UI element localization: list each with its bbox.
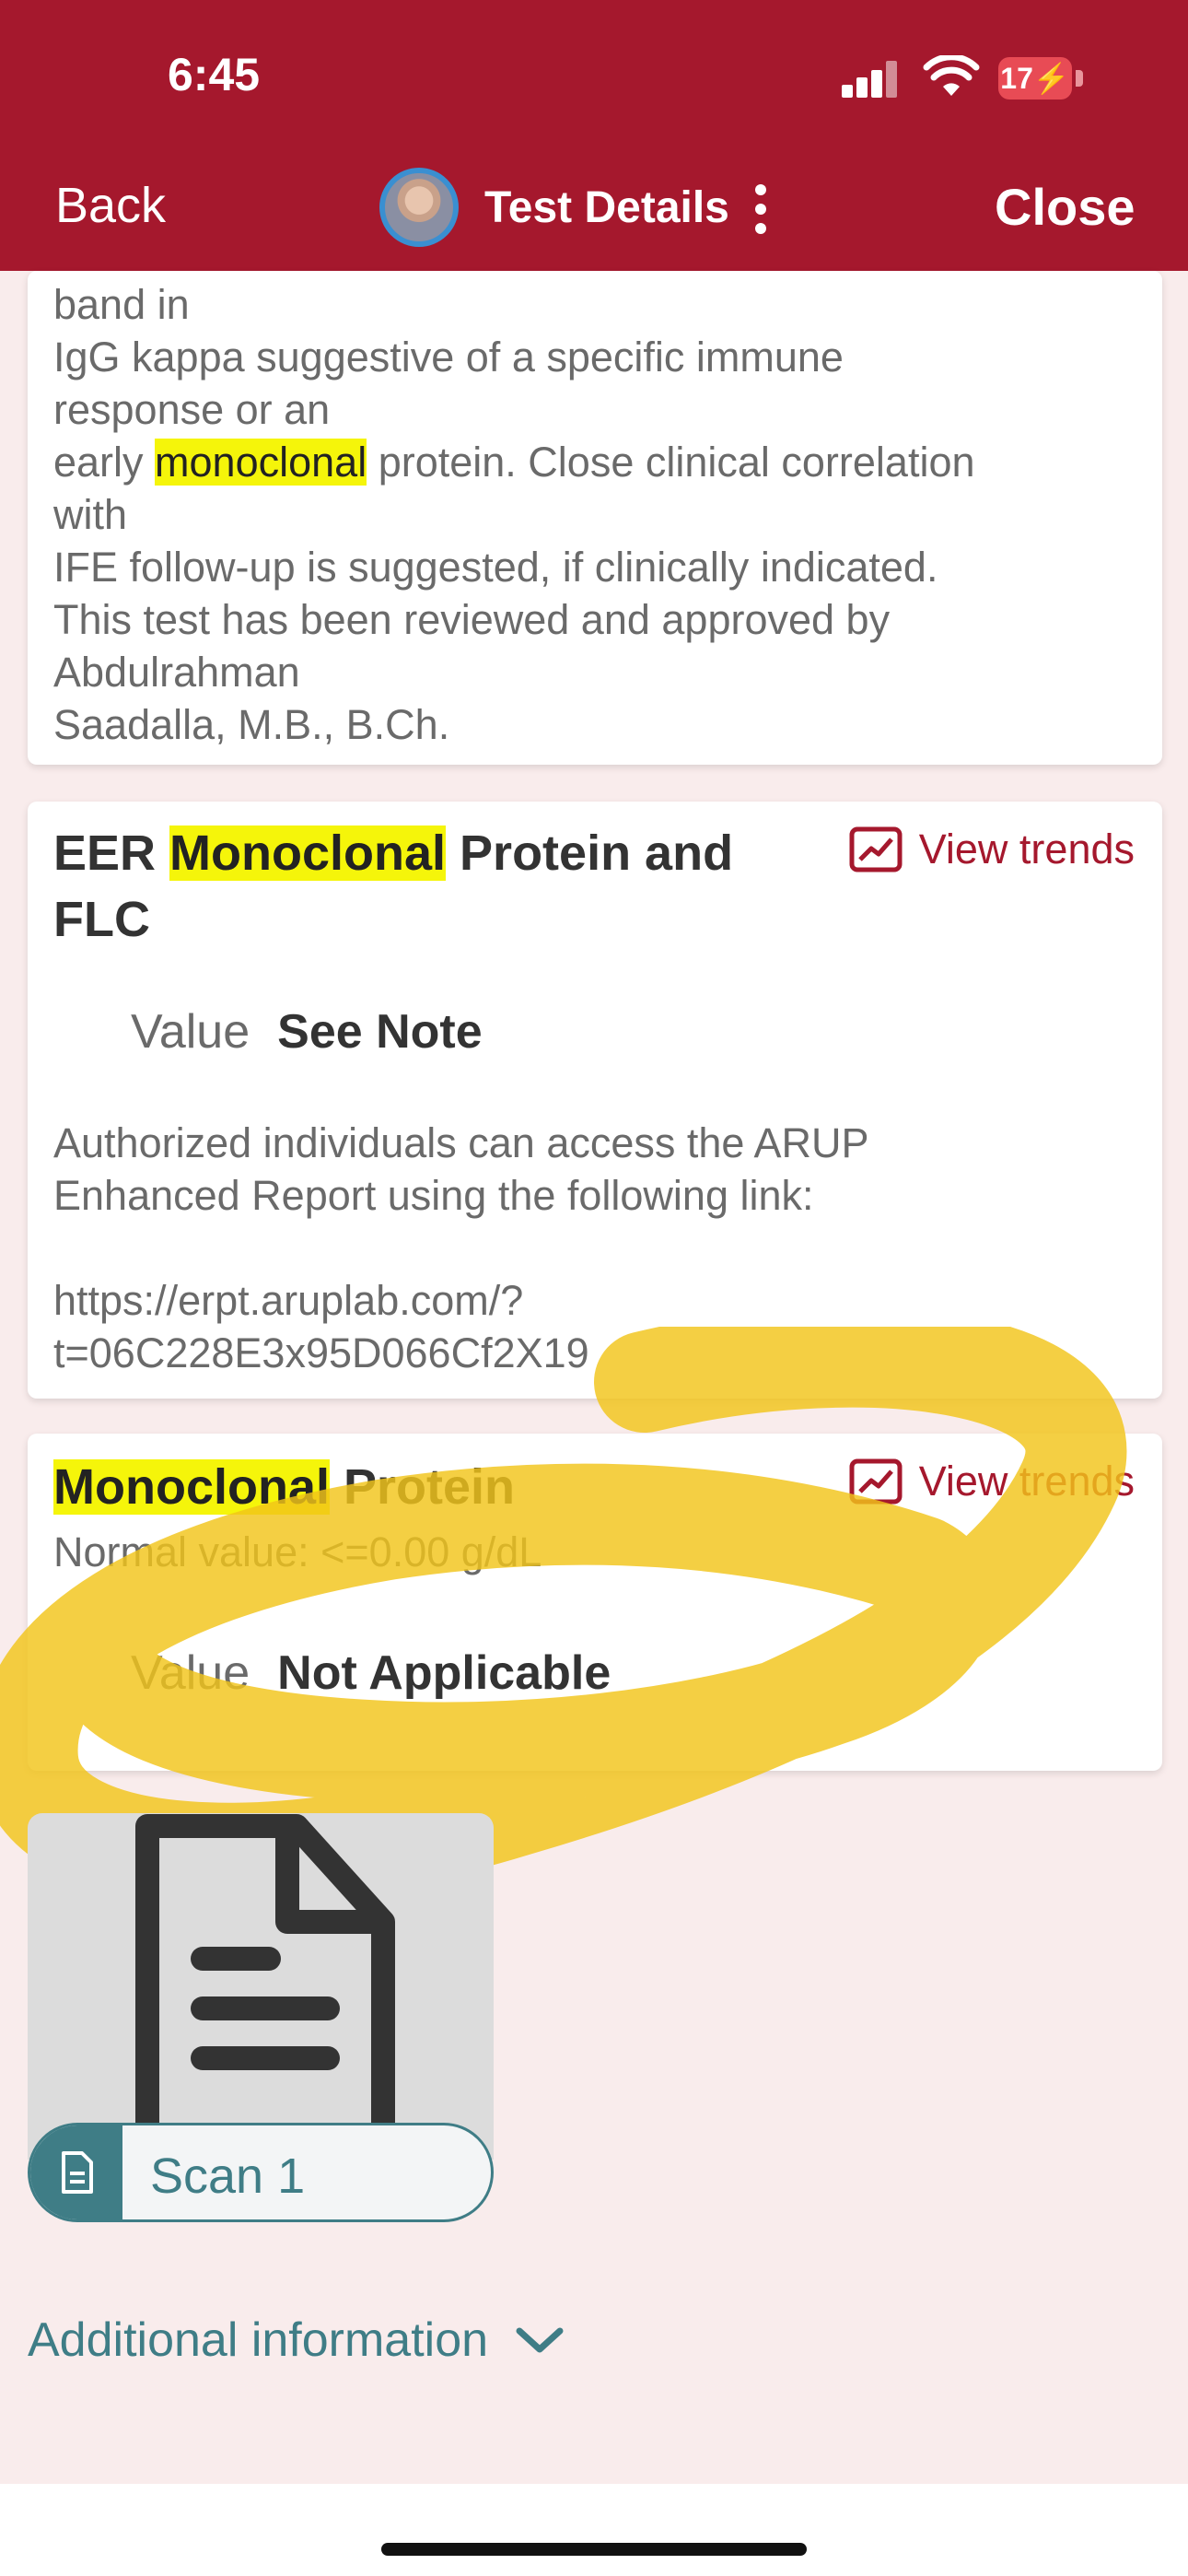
additional-information-toggle[interactable]: Additional information	[28, 2313, 564, 2368]
bottom-safe-area	[0, 2484, 1188, 2576]
note-line: Saadalla, M.B., B.Ch.	[53, 701, 450, 748]
note-line: This test has been reviewed and approved…	[53, 596, 891, 643]
title-segment: Protein	[329, 1459, 516, 1515]
test-name: Monoclonal Protein	[53, 1454, 809, 1520]
value-row: Value Not Applicable	[131, 1645, 611, 1701]
more-options-icon[interactable]	[753, 184, 768, 234]
title-segment: EER	[53, 825, 170, 881]
note-line: band in	[53, 281, 190, 328]
note-line: IgG kappa suggestive of a specific immun…	[53, 334, 844, 381]
interpretation-text: band in IgG kappa suggestive of a specif…	[53, 278, 1149, 751]
cellular-signal-icon	[842, 61, 899, 98]
view-trends-label: View trends	[918, 825, 1135, 872]
note-text-segment: protein. Close clinical correlation	[367, 439, 975, 486]
trend-chart-icon	[849, 826, 903, 872]
note-line: Enhanced Report using the following link…	[53, 1172, 814, 1219]
note-line: early monoclonal protein. Close clinical…	[53, 436, 1149, 488]
back-button[interactable]: Back	[55, 177, 166, 234]
value-label: Value	[131, 1005, 250, 1059]
interpretation-card: band in IgG kappa suggestive of a specif…	[28, 271, 1162, 765]
search-highlight: Monoclonal	[53, 1459, 330, 1515]
avatar[interactable]	[379, 168, 459, 247]
battery-icon: 17 ⚡	[998, 57, 1072, 100]
value-label: Value	[131, 1646, 250, 1700]
scan-attachment-button[interactable]: Scan 1	[28, 2123, 494, 2222]
normal-range: Normal value: <=0.00 g/dL	[53, 1528, 542, 1575]
battery-cap	[1076, 70, 1083, 87]
file-icon	[62, 2151, 93, 2194]
value-text: See Note	[277, 1005, 483, 1059]
monoclonal-protein-card: Monoclonal Protein View trends Normal va…	[28, 1434, 1162, 1771]
test-name: EER Monoclonal Protein and FLC	[53, 820, 809, 953]
note-line: with	[53, 491, 128, 538]
report-link[interactable]: https://erpt.aruplab.com/?	[53, 1274, 868, 1327]
app-header: 6:45 17 ⚡ Back Test Details Close	[0, 0, 1188, 271]
search-highlight: Monoclonal	[169, 825, 447, 881]
trend-chart-icon	[849, 1458, 903, 1505]
note-line: Abdulrahman	[53, 649, 300, 696]
value-row: Value See Note	[131, 1004, 483, 1060]
value-text: Not Applicable	[277, 1646, 611, 1700]
chevron-down-icon	[516, 2327, 564, 2353]
note-text-segment: early	[53, 439, 156, 486]
note-line: Authorized individuals can access the AR…	[53, 1119, 869, 1166]
scan-label: Scan 1	[150, 2149, 306, 2204]
wifi-icon	[923, 55, 980, 96]
eer-note: Authorized individuals can access the AR…	[53, 1117, 868, 1379]
note-line: response or an	[53, 386, 331, 433]
view-trends-label: View trends	[918, 1458, 1135, 1505]
view-trends-button[interactable]: View trends	[849, 825, 1135, 873]
page-title: Test Details	[484, 183, 729, 232]
scan-thumbnail[interactable]	[28, 1813, 494, 2160]
additional-information-label: Additional information	[28, 2313, 489, 2367]
search-highlight: monoclonal	[155, 439, 367, 486]
report-link[interactable]: t=06C228E3x95D066Cf2X19	[53, 1327, 868, 1379]
document-icon	[135, 1814, 395, 2153]
eer-monoclonal-card: EER Monoclonal Protein and FLC View tren…	[28, 802, 1162, 1399]
file-icon-container	[30, 2125, 122, 2219]
status-time: 6:45	[168, 49, 261, 100]
view-trends-button[interactable]: View trends	[849, 1458, 1135, 1505]
battery-level: 17	[1000, 61, 1033, 95]
close-button[interactable]: Close	[995, 177, 1136, 237]
note-line: IFE follow-up is suggested, if clinicall…	[53, 544, 938, 591]
home-indicator[interactable]	[381, 2543, 807, 2556]
